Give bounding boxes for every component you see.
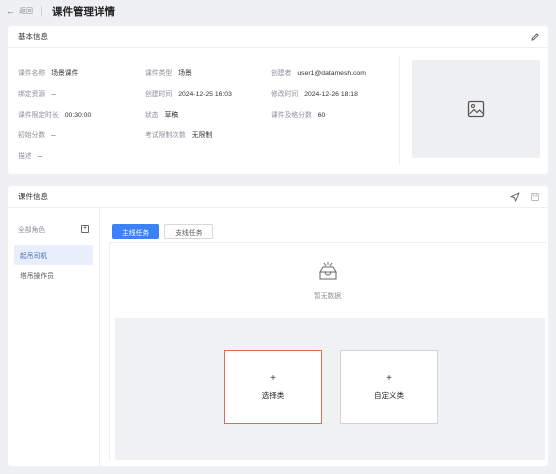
- save-icon[interactable]: [530, 192, 540, 202]
- field-init-score: 初始分数 --: [18, 132, 56, 139]
- course-info-header: 课件信息: [8, 186, 548, 208]
- info-divider: [399, 56, 400, 164]
- course-info-card: 课件信息 全部角色 + 起吊司机 塔吊操作员 主线任务 支线任务 暂无数据 + …: [8, 186, 548, 466]
- tab-side-task[interactable]: 支线任务: [164, 224, 214, 239]
- top-bar: ← 返回 课件管理详情: [0, 0, 556, 22]
- basic-info-title: 基本信息: [18, 32, 48, 41]
- select-type-card[interactable]: + 选择类: [224, 350, 322, 424]
- empty-text: 暂无数据: [313, 293, 342, 300]
- field-exam-limit: 考试限制次数 无限制: [145, 132, 213, 139]
- task-type-panel: + 选择类 + 自定义类: [115, 318, 545, 460]
- edit-icon[interactable]: [530, 32, 540, 42]
- image-icon: [467, 100, 485, 118]
- empty-state: 暂无数据: [109, 260, 546, 300]
- field-pass-score: 课件及格分数 60: [271, 112, 326, 119]
- add-role-button[interactable]: +: [81, 225, 89, 233]
- field-creator: 创建者 user1@datamesh.com: [271, 70, 366, 77]
- back-label: 返回: [19, 8, 33, 15]
- empty-inbox-icon: [318, 262, 337, 280]
- back-button[interactable]: ← 返回: [6, 6, 33, 16]
- task-tabs: 主线任务 支线任务: [112, 224, 214, 239]
- page-title: 课件管理详情: [52, 5, 115, 18]
- role-sidebar: 全部角色 + 起吊司机 塔吊操作员: [8, 208, 100, 466]
- header-divider: [41, 6, 42, 16]
- task-content: 暂无数据 + 选择类 + 自定义类: [109, 242, 546, 462]
- field-status: 状态 草稿: [145, 112, 179, 119]
- custom-type-card[interactable]: + 自定义类: [340, 350, 438, 424]
- field-created: 创建时间 2024-12-25 16:03: [145, 91, 232, 98]
- basic-info-header: 基本信息: [8, 26, 548, 48]
- tab-main-task[interactable]: 主线任务: [112, 224, 160, 239]
- field-name: 课件名称 场景课件: [18, 70, 79, 77]
- course-info-title: 课件信息: [18, 192, 48, 201]
- plus-icon: +: [386, 372, 392, 384]
- all-roles-label[interactable]: 全部角色: [18, 224, 45, 234]
- field-desc: 描述 --: [18, 153, 43, 160]
- role-item-crane-driver[interactable]: 起吊司机: [14, 245, 93, 265]
- custom-type-label: 自定义类: [374, 390, 404, 400]
- plus-icon: +: [270, 372, 276, 384]
- basic-info-card: 基本信息 课件名称 场景课件 课件类型 场景 创建者 user1@datamesh.c…: [8, 26, 548, 174]
- select-type-label: 选择类: [261, 390, 285, 400]
- field-duration: 课件限定时长 00:30:00: [18, 112, 92, 119]
- arrow-left-icon: ←: [6, 6, 15, 16]
- field-bind: 绑定资源 --: [18, 91, 56, 98]
- cover-image-placeholder[interactable]: [412, 60, 540, 158]
- send-icon[interactable]: [510, 192, 520, 202]
- role-item-tower-crane-operator[interactable]: 塔吊操作员: [14, 265, 93, 285]
- field-modified: 修改时间 2024-12-26 18:18: [271, 91, 358, 98]
- field-type: 课件类型 场景: [145, 70, 192, 77]
